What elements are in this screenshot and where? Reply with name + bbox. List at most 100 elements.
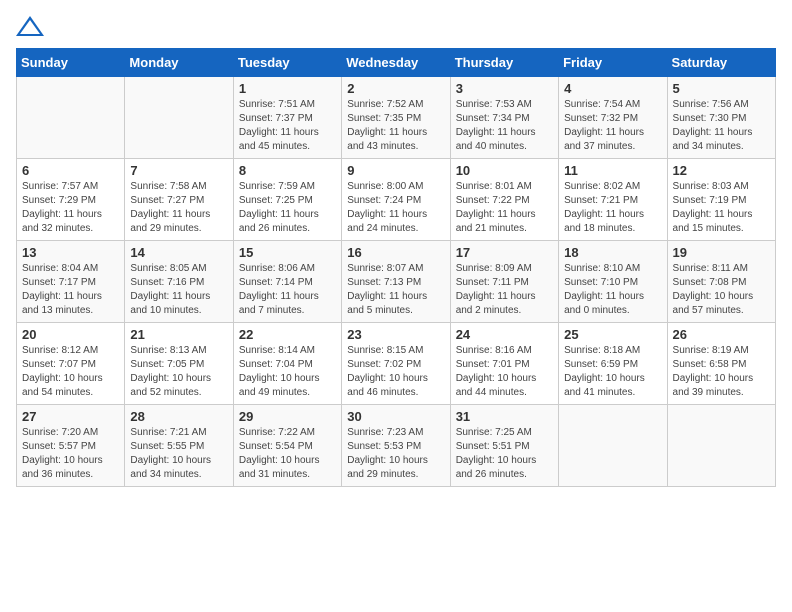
day-info: Sunrise: 8:15 AM Sunset: 7:02 PM Dayligh… bbox=[347, 344, 444, 400]
day-number: 31 bbox=[456, 409, 553, 424]
logo bbox=[16, 16, 52, 36]
day-number: 12 bbox=[673, 163, 770, 178]
day-cell: 13 Sunrise: 8:04 AM Sunset: 7:17 PM Dayli… bbox=[17, 241, 125, 323]
day-info: Sunrise: 8:00 AM Sunset: 7:24 PM Dayligh… bbox=[347, 180, 444, 236]
day-number: 8 bbox=[239, 163, 336, 178]
day-info: Sunrise: 7:51 AM Sunset: 7:37 PM Dayligh… bbox=[239, 98, 336, 154]
day-number: 27 bbox=[22, 409, 119, 424]
day-info: Sunrise: 8:16 AM Sunset: 7:01 PM Dayligh… bbox=[456, 344, 553, 400]
day-number: 4 bbox=[564, 81, 661, 96]
day-cell: 22 Sunrise: 8:14 AM Sunset: 7:04 PM Dayli… bbox=[233, 323, 341, 405]
day-cell: 20Sunrise: 8:12 AM Sunset: 7:07 PM Dayli… bbox=[17, 323, 125, 405]
day-cell: 11Sunrise: 8:02 AM Sunset: 7:21 PM Dayli… bbox=[559, 159, 667, 241]
day-number: 2 bbox=[347, 81, 444, 96]
day-cell: 23 Sunrise: 8:15 AM Sunset: 7:02 PM Dayli… bbox=[342, 323, 450, 405]
day-info: Sunrise: 8:05 AM Sunset: 7:16 PM Dayligh… bbox=[130, 262, 227, 318]
day-cell: 14 Sunrise: 8:05 AM Sunset: 7:16 PM Dayli… bbox=[125, 241, 233, 323]
day-cell: 6Sunrise: 7:57 AM Sunset: 7:29 PM Daylig… bbox=[17, 159, 125, 241]
day-info: Sunrise: 8:12 AM Sunset: 7:07 PM Dayligh… bbox=[22, 344, 119, 400]
day-number: 24 bbox=[456, 327, 553, 342]
weekday-header-tuesday: Tuesday bbox=[233, 49, 341, 77]
day-cell: 5Sunrise: 7:56 AM Sunset: 7:30 PM Daylig… bbox=[667, 77, 775, 159]
weekday-header-friday: Friday bbox=[559, 49, 667, 77]
day-cell: 8 Sunrise: 7:59 AM Sunset: 7:25 PM Daylig… bbox=[233, 159, 341, 241]
weekday-header-row: SundayMondayTuesdayWednesdayThursdayFrid… bbox=[17, 49, 776, 77]
day-cell: 15Sunrise: 8:06 AM Sunset: 7:14 PM Dayli… bbox=[233, 241, 341, 323]
day-info: Sunrise: 8:09 AM Sunset: 7:11 PM Dayligh… bbox=[456, 262, 553, 318]
week-row-1: 1 Sunrise: 7:51 AM Sunset: 7:37 PM Daylig… bbox=[17, 77, 776, 159]
day-info: Sunrise: 8:01 AM Sunset: 7:22 PM Dayligh… bbox=[456, 180, 553, 236]
day-info: Sunrise: 8:07 AM Sunset: 7:13 PM Dayligh… bbox=[347, 262, 444, 318]
week-row-3: 13 Sunrise: 8:04 AM Sunset: 7:17 PM Dayli… bbox=[17, 241, 776, 323]
day-number: 28 bbox=[130, 409, 227, 424]
logo-icon bbox=[16, 16, 44, 36]
day-info: Sunrise: 8:18 AM Sunset: 6:59 PM Dayligh… bbox=[564, 344, 661, 400]
day-info: Sunrise: 8:10 AM Sunset: 7:10 PM Dayligh… bbox=[564, 262, 661, 318]
day-number: 9 bbox=[347, 163, 444, 178]
day-number: 30 bbox=[347, 409, 444, 424]
day-number: 16 bbox=[347, 245, 444, 260]
day-cell: 16 Sunrise: 8:07 AM Sunset: 7:13 PM Dayli… bbox=[342, 241, 450, 323]
day-cell: 3 Sunrise: 7:53 AM Sunset: 7:34 PM Daylig… bbox=[450, 77, 558, 159]
day-number: 10 bbox=[456, 163, 553, 178]
day-cell: 27 Sunrise: 7:20 AM Sunset: 5:57 PM Dayli… bbox=[17, 405, 125, 487]
day-cell bbox=[125, 77, 233, 159]
day-cell: 2 Sunrise: 7:52 AM Sunset: 7:35 PM Daylig… bbox=[342, 77, 450, 159]
day-cell: 26 Sunrise: 8:19 AM Sunset: 6:58 PM Dayli… bbox=[667, 323, 775, 405]
day-info: Sunrise: 8:19 AM Sunset: 6:58 PM Dayligh… bbox=[673, 344, 770, 400]
day-cell bbox=[559, 405, 667, 487]
day-number: 15 bbox=[239, 245, 336, 260]
day-cell bbox=[667, 405, 775, 487]
day-info: Sunrise: 8:14 AM Sunset: 7:04 PM Dayligh… bbox=[239, 344, 336, 400]
day-cell: 30 Sunrise: 7:23 AM Sunset: 5:53 PM Dayli… bbox=[342, 405, 450, 487]
day-info: Sunrise: 7:52 AM Sunset: 7:35 PM Dayligh… bbox=[347, 98, 444, 154]
day-cell bbox=[17, 77, 125, 159]
day-cell: 7Sunrise: 7:58 AM Sunset: 7:27 PM Daylig… bbox=[125, 159, 233, 241]
day-cell: 10 Sunrise: 8:01 AM Sunset: 7:22 PM Dayli… bbox=[450, 159, 558, 241]
day-info: Sunrise: 7:20 AM Sunset: 5:57 PM Dayligh… bbox=[22, 426, 119, 482]
weekday-header-wednesday: Wednesday bbox=[342, 49, 450, 77]
day-info: Sunrise: 7:25 AM Sunset: 5:51 PM Dayligh… bbox=[456, 426, 553, 482]
day-info: Sunrise: 7:59 AM Sunset: 7:25 PM Dayligh… bbox=[239, 180, 336, 236]
day-cell: 21Sunrise: 8:13 AM Sunset: 7:05 PM Dayli… bbox=[125, 323, 233, 405]
day-cell: 9 Sunrise: 8:00 AM Sunset: 7:24 PM Daylig… bbox=[342, 159, 450, 241]
day-number: 3 bbox=[456, 81, 553, 96]
day-info: Sunrise: 7:53 AM Sunset: 7:34 PM Dayligh… bbox=[456, 98, 553, 154]
day-cell: 18 Sunrise: 8:10 AM Sunset: 7:10 PM Dayli… bbox=[559, 241, 667, 323]
day-cell: 29 Sunrise: 7:22 AM Sunset: 5:54 PM Dayli… bbox=[233, 405, 341, 487]
day-cell: 25 Sunrise: 8:18 AM Sunset: 6:59 PM Dayli… bbox=[559, 323, 667, 405]
day-number: 6 bbox=[22, 163, 119, 178]
day-cell: 24 Sunrise: 8:16 AM Sunset: 7:01 PM Dayli… bbox=[450, 323, 558, 405]
week-row-2: 6Sunrise: 7:57 AM Sunset: 7:29 PM Daylig… bbox=[17, 159, 776, 241]
weekday-header-thursday: Thursday bbox=[450, 49, 558, 77]
day-info: Sunrise: 8:11 AM Sunset: 7:08 PM Dayligh… bbox=[673, 262, 770, 318]
day-cell: 28 Sunrise: 7:21 AM Sunset: 5:55 PM Dayli… bbox=[125, 405, 233, 487]
day-number: 21 bbox=[130, 327, 227, 342]
day-info: Sunrise: 7:21 AM Sunset: 5:55 PM Dayligh… bbox=[130, 426, 227, 482]
day-number: 19 bbox=[673, 245, 770, 260]
day-cell: 4 Sunrise: 7:54 AM Sunset: 7:32 PM Daylig… bbox=[559, 77, 667, 159]
day-number: 29 bbox=[239, 409, 336, 424]
day-cell: 1 Sunrise: 7:51 AM Sunset: 7:37 PM Daylig… bbox=[233, 77, 341, 159]
week-row-4: 20Sunrise: 8:12 AM Sunset: 7:07 PM Dayli… bbox=[17, 323, 776, 405]
day-cell: 31 Sunrise: 7:25 AM Sunset: 5:51 PM Dayli… bbox=[450, 405, 558, 487]
day-number: 26 bbox=[673, 327, 770, 342]
day-info: Sunrise: 7:58 AM Sunset: 7:27 PM Dayligh… bbox=[130, 180, 227, 236]
day-number: 23 bbox=[347, 327, 444, 342]
day-info: Sunrise: 7:23 AM Sunset: 5:53 PM Dayligh… bbox=[347, 426, 444, 482]
day-number: 22 bbox=[239, 327, 336, 342]
day-info: Sunrise: 8:04 AM Sunset: 7:17 PM Dayligh… bbox=[22, 262, 119, 318]
day-number: 25 bbox=[564, 327, 661, 342]
day-info: Sunrise: 7:22 AM Sunset: 5:54 PM Dayligh… bbox=[239, 426, 336, 482]
calendar-table: SundayMondayTuesdayWednesdayThursdayFrid… bbox=[16, 48, 776, 487]
day-info: Sunrise: 7:54 AM Sunset: 7:32 PM Dayligh… bbox=[564, 98, 661, 154]
day-number: 18 bbox=[564, 245, 661, 260]
weekday-header-saturday: Saturday bbox=[667, 49, 775, 77]
day-number: 1 bbox=[239, 81, 336, 96]
page-header bbox=[16, 16, 776, 36]
day-number: 14 bbox=[130, 245, 227, 260]
day-cell: 12Sunrise: 8:03 AM Sunset: 7:19 PM Dayli… bbox=[667, 159, 775, 241]
weekday-header-sunday: Sunday bbox=[17, 49, 125, 77]
day-number: 13 bbox=[22, 245, 119, 260]
weekday-header-monday: Monday bbox=[125, 49, 233, 77]
